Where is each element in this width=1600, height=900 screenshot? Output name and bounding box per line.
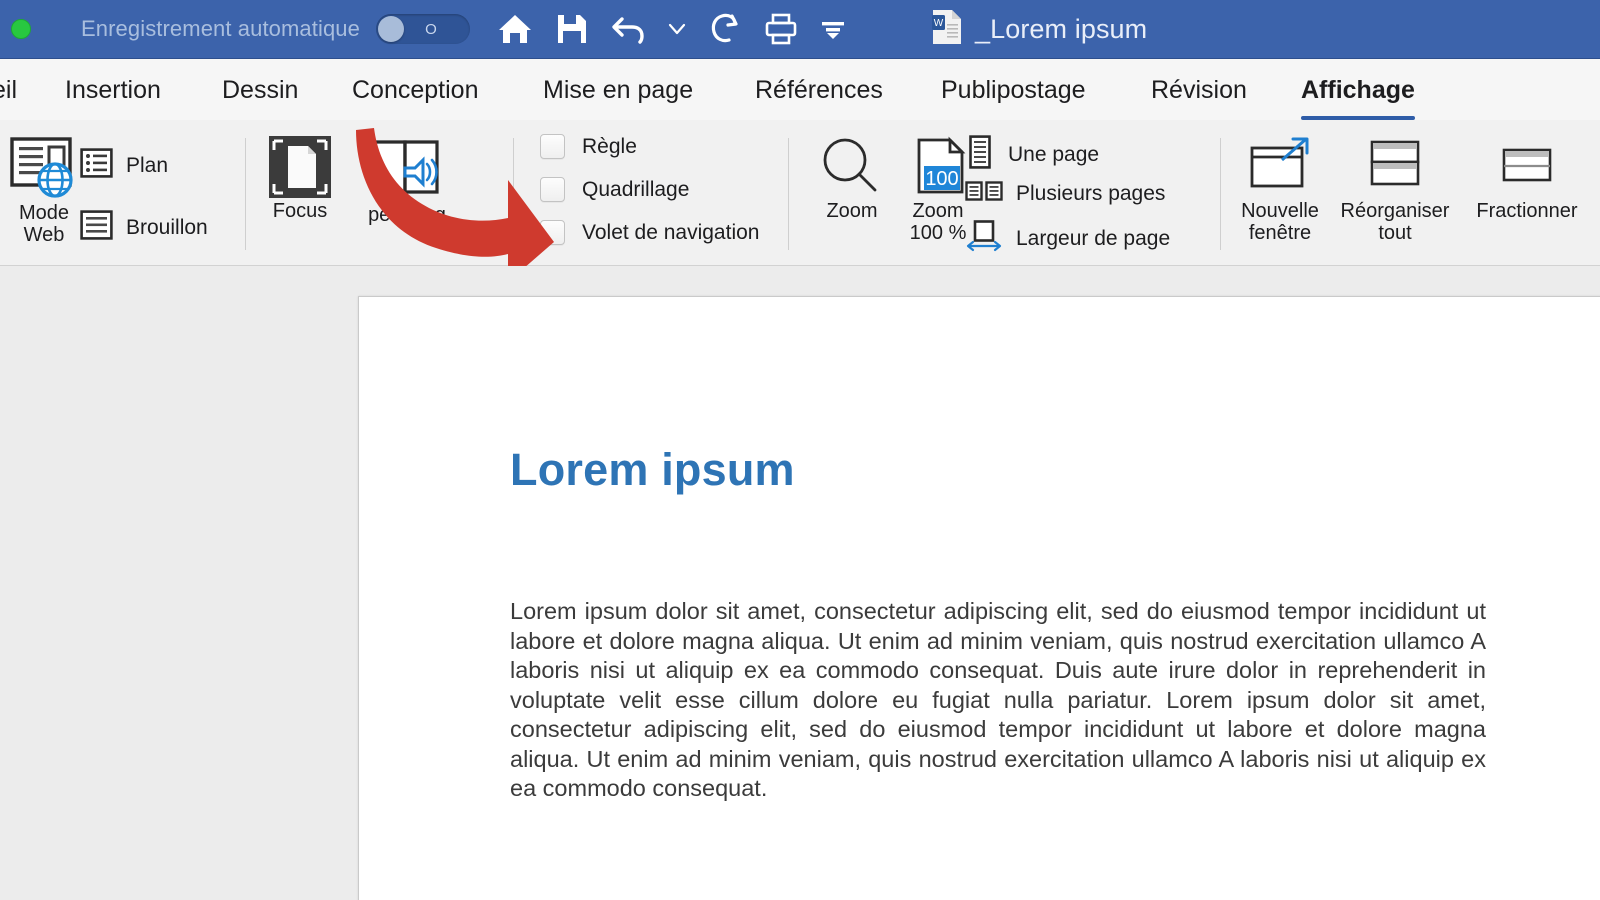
tab-references[interactable]: Références: [755, 76, 883, 109]
window-close-button[interactable]: [11, 19, 31, 39]
tab-dessin[interactable]: Dessin: [222, 76, 298, 109]
largeur-de-page-label: Largeur de page: [1016, 227, 1170, 251]
word-window: Enregistrement automatique O: [0, 0, 1600, 900]
checkbox-volet-de-navigation[interactable]: Volet de navigation: [540, 220, 759, 245]
zoom-magnifier-icon: [812, 134, 892, 200]
document-page[interactable]: Lorem ipsum Lorem ipsum dolor sit amet, …: [358, 296, 1600, 900]
redo-icon[interactable]: [708, 12, 742, 46]
plusieurs-pages-button[interactable]: Plusieurs pages: [965, 178, 1165, 210]
autosave-toggle[interactable]: O: [376, 14, 470, 44]
undo-dropdown-icon[interactable]: [668, 22, 686, 36]
lecture-pedagogique-button[interactable]: pédagog: [342, 134, 472, 226]
home-icon[interactable]: [496, 12, 534, 46]
autosave-toggle-state: O: [425, 21, 437, 38]
zoom-label: Zoom: [812, 200, 892, 222]
reorganiser-tout-button[interactable]: Réorganiser tout: [1330, 134, 1460, 245]
brouillon-label: Brouillon: [126, 216, 208, 240]
multiple-pages-icon: [965, 178, 1003, 210]
autosave-label: Enregistrement automatique: [81, 16, 360, 42]
nouvelle-fenetre-button[interactable]: Nouvelle fenêtre: [1225, 134, 1335, 245]
group-divider: [513, 138, 514, 250]
tab-mise-en-page[interactable]: Mise en page: [543, 76, 693, 109]
ribbon-group-show: Règle Quadrillage Volet de navigation: [530, 120, 810, 266]
print-icon[interactable]: [764, 12, 798, 46]
ribbon: Mode Web Plan Brouillon: [0, 120, 1600, 266]
nouvelle-fenetre-label-line1: Nouvelle: [1225, 200, 1335, 222]
reorganiser-tout-label-line2: tout: [1330, 222, 1460, 244]
ribbon-group-zoom: Zoom 100 Zoom 100 % Une pa: [800, 120, 1200, 266]
brouillon-button[interactable]: Brouillon: [80, 210, 208, 246]
autosave-toggle-knob: [378, 16, 404, 42]
title-bar: Enregistrement automatique O: [0, 0, 1600, 59]
tab-revision[interactable]: Révision: [1151, 76, 1247, 109]
quick-access-toolbar: [496, 12, 846, 46]
svg-text:100: 100: [925, 168, 958, 190]
document-title-area: W _Lorem ipsum: [931, 9, 1147, 50]
new-window-icon: [1225, 134, 1335, 200]
une-page-button[interactable]: Une page: [965, 135, 1099, 175]
group-divider: [1220, 138, 1221, 250]
checkbox-volet-de-navigation-box[interactable]: [540, 220, 565, 245]
checkbox-quadrillage-box[interactable]: [540, 177, 565, 202]
plusieurs-pages-label: Plusieurs pages: [1016, 182, 1165, 206]
focus-label: Focus: [260, 200, 340, 222]
fractionner-button[interactable]: Fractionner: [1453, 134, 1600, 222]
draft-view-icon: [80, 210, 113, 246]
ribbon-tab-bar: eil Insertion Dessin Conception Mise en …: [0, 59, 1600, 120]
checkbox-regle-label: Règle: [582, 135, 637, 159]
customize-toolbar-icon[interactable]: [820, 18, 846, 40]
lecture-pedagogique-label: pédagog: [342, 204, 472, 226]
tab-affichage[interactable]: Affichage: [1301, 76, 1415, 109]
reorganiser-tout-label-line1: Réorganiser: [1330, 200, 1460, 222]
page-width-icon: [965, 219, 1003, 259]
arrange-all-icon: [1330, 134, 1460, 200]
checkbox-regle[interactable]: Règle: [540, 134, 637, 159]
largeur-de-page-button[interactable]: Largeur de page: [965, 219, 1170, 259]
document-heading: Lorem ipsum: [510, 444, 795, 496]
plan-label: Plan: [126, 154, 168, 178]
checkbox-regle-box[interactable]: [540, 134, 565, 159]
focus-icon: [260, 134, 340, 200]
checkbox-volet-de-navigation-label: Volet de navigation: [582, 221, 759, 245]
svg-text:W: W: [934, 18, 944, 29]
split-window-icon: [1453, 134, 1600, 200]
nouvelle-fenetre-label-line2: fenêtre: [1225, 222, 1335, 244]
document-title: _Lorem ipsum: [975, 14, 1147, 45]
plan-button[interactable]: Plan: [80, 148, 168, 184]
save-icon[interactable]: [556, 13, 588, 45]
document-canvas[interactable]: Lorem ipsum Lorem ipsum dolor sit amet, …: [0, 266, 1600, 900]
ribbon-group-window: Nouvelle fenêtre Réorganiser tout: [1225, 120, 1600, 266]
one-page-icon: [965, 135, 995, 175]
une-page-label: Une page: [1008, 143, 1099, 167]
checkbox-quadrillage-label: Quadrillage: [582, 178, 689, 202]
checkbox-quadrillage[interactable]: Quadrillage: [540, 177, 689, 202]
group-divider: [788, 138, 789, 250]
tab-accueil[interactable]: eil: [0, 76, 17, 109]
read-aloud-book-icon: [342, 134, 472, 204]
tab-conception[interactable]: Conception: [352, 76, 478, 109]
outline-view-icon: [80, 148, 113, 184]
tab-insertion[interactable]: Insertion: [65, 76, 161, 109]
undo-icon[interactable]: [610, 13, 646, 45]
tab-publipostage[interactable]: Publipostage: [941, 76, 1086, 109]
ribbon-group-immersive: Focus pédagog: [260, 120, 510, 266]
ribbon-group-views: Mode Web Plan Brouillon: [0, 120, 240, 266]
word-document-icon: W: [931, 9, 963, 50]
focus-button[interactable]: Focus: [260, 134, 340, 222]
document-body-paragraph[interactable]: Lorem ipsum dolor sit amet, consectetur …: [510, 597, 1486, 804]
group-divider: [245, 138, 246, 250]
fractionner-label: Fractionner: [1453, 200, 1600, 222]
zoom-button[interactable]: Zoom: [812, 134, 892, 222]
